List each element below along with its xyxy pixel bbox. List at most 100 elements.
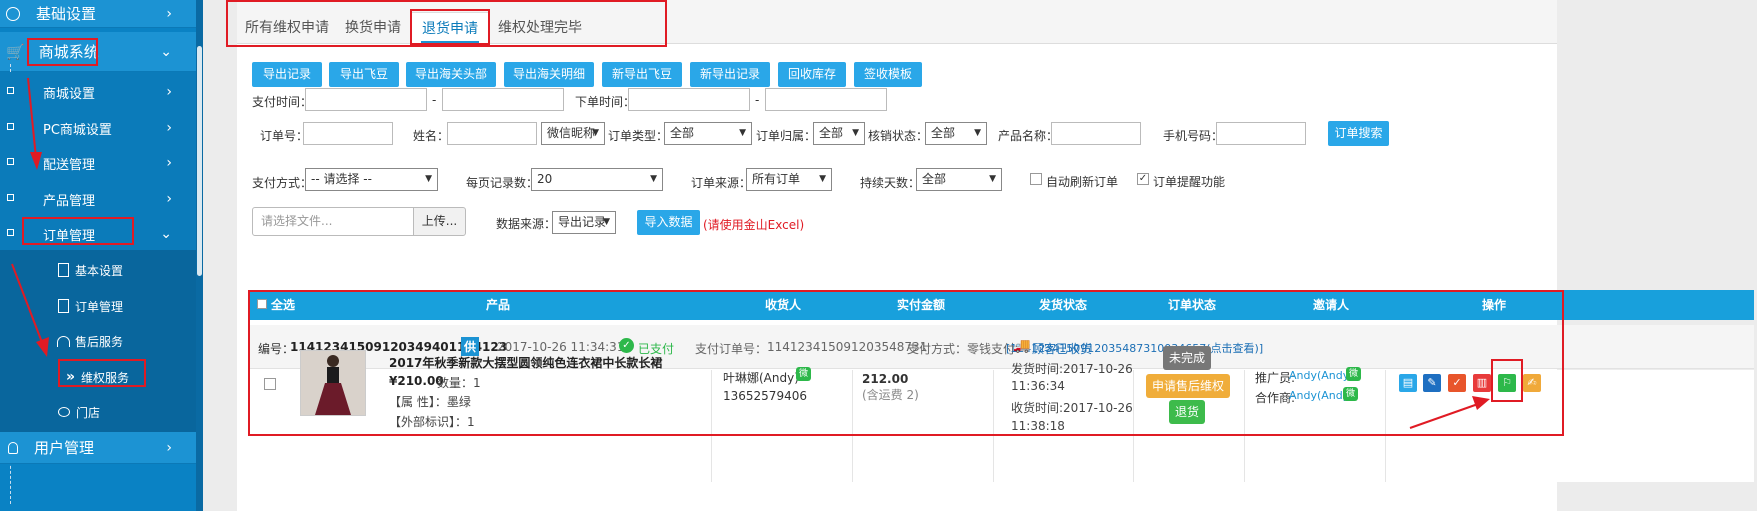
order-owner-select[interactable]: 全部 ▼: [813, 122, 865, 145]
chevron-down-icon: ⌄: [160, 226, 172, 242]
pay-method-select[interactable]: -- 请选择 -- ▼: [305, 168, 438, 191]
col-divider: [711, 370, 712, 482]
verify-status-select[interactable]: 全部 ▼: [925, 122, 987, 145]
return-button[interactable]: 退货: [1169, 400, 1206, 424]
sidebar-leaf-basic-settings[interactable]: 基本设置: [0, 250, 196, 290]
export-customs-detail-button[interactable]: 导出海关明细: [504, 62, 594, 87]
promoter-name[interactable]: Andy(Andy): [1289, 369, 1354, 382]
sidebar-item-label: 产品管理: [43, 193, 96, 209]
paid-check-icon: ✓: [619, 338, 634, 353]
product-name-label: 产品名称：: [998, 129, 1059, 143]
table-header: 全选 产品 收货人 实付金额 发货状态 订单状态 邀请人 操作: [248, 290, 1754, 320]
chevron-right-icon: ›: [166, 155, 172, 171]
sidebar-leaf-store[interactable]: 门店: [0, 392, 196, 432]
user-refund-icon[interactable]: ⚐: [1498, 374, 1516, 392]
caret-down-icon: ▼: [819, 174, 826, 184]
export-record-button[interactable]: 导出记录: [252, 62, 322, 87]
sidebar-top-mall[interactable]: 🛒 商城系统 ⌄: [0, 32, 196, 72]
caret-down-icon: ▼: [974, 128, 981, 138]
tab-exchange[interactable]: 换货申请: [337, 12, 409, 44]
tab-rights-done[interactable]: 维权处理完毕: [492, 12, 588, 44]
col-actions: 操作: [1481, 298, 1506, 312]
sidebar-leaf-after-sale[interactable]: 售后服务: [0, 321, 196, 361]
sidebar-item-label: PC商城设置: [43, 122, 112, 138]
import-data-button[interactable]: 导入数据: [637, 210, 700, 235]
order-type-select[interactable]: 全部 ▼: [664, 122, 752, 145]
tab-all-rights[interactable]: 所有维权申请: [237, 12, 337, 44]
phone-input[interactable]: [1216, 122, 1306, 145]
col-divider: [1244, 370, 1245, 482]
import-hint-text: (请使用金山Excel): [703, 218, 805, 232]
col-divider: [852, 370, 853, 482]
chevron-right-icon: ›: [166, 191, 172, 207]
name-input[interactable]: [447, 122, 537, 145]
select-value: 全部: [922, 172, 947, 186]
duration-select[interactable]: 全部 ▼: [916, 168, 1002, 191]
sidebar-item-orders[interactable]: 订单管理 ⌄: [0, 214, 196, 254]
pay-time-end-input[interactable]: [442, 88, 564, 111]
double-chevron-icon: »: [66, 369, 76, 385]
globe-icon: [6, 6, 20, 21]
sidebar-item-pc-settings[interactable]: PC商城设置 ›: [0, 108, 196, 148]
edit-icon[interactable]: ✎: [1423, 374, 1441, 392]
consignee-name: 叶琳娜(Andy): [723, 371, 799, 385]
order-time-start-input[interactable]: [628, 88, 750, 111]
pay-method-label: 支付方式：: [252, 176, 313, 190]
file-path-input[interactable]: 请选择文件...: [252, 207, 414, 236]
order-search-button[interactable]: 订单搜索: [1328, 121, 1389, 146]
order-source-label: 订单来源：: [691, 176, 752, 190]
sidebar-item-mall-settings[interactable]: 商城设置 ›: [0, 72, 196, 112]
order-source-select[interactable]: 所有订单 ▼: [746, 168, 832, 191]
pay-time-start-input[interactable]: [305, 88, 427, 111]
col-inviter: 邀请人: [1312, 298, 1349, 312]
product-title[interactable]: 2017年秋季新款大摆型圆领纯色连衣裙中长款长裙: [389, 354, 662, 371]
export-customs-head-button[interactable]: 导出海关头部: [406, 62, 496, 87]
clipboard-icon: [58, 263, 69, 277]
sidebar-leaf-order-mgmt[interactable]: 订单管理: [0, 286, 196, 326]
tree-node: [7, 158, 14, 165]
apply-after-sale-button[interactable]: 申请售后维权: [1146, 374, 1231, 398]
select-all-checkbox[interactable]: [257, 299, 267, 309]
delete-icon[interactable]: ▥: [1473, 374, 1491, 392]
confirm-check-icon[interactable]: ✓: [1448, 374, 1466, 392]
auto-refresh-checkbox[interactable]: [1030, 173, 1042, 185]
sign-template-button[interactable]: 签收模板: [854, 62, 922, 87]
sidebar-item-products[interactable]: 产品管理 ›: [0, 179, 196, 219]
recycle-stock-button[interactable]: 回收库存: [778, 62, 846, 87]
tab-return[interactable]: 退货申请: [410, 12, 490, 44]
select-value: 微信昵称: [547, 126, 596, 140]
export-feidou-button[interactable]: 导出飞豆: [329, 62, 399, 87]
product-thumbnail[interactable]: [300, 350, 366, 416]
paid-amount: 212.00: [862, 372, 909, 386]
name-label: 姓名：: [413, 129, 450, 143]
chevron-down-icon: ⌄: [160, 43, 172, 60]
new-export-feidou-button[interactable]: 新导出飞豆: [602, 62, 682, 87]
caret-down-icon: ▼: [852, 128, 859, 138]
select-value: -- 请选择 --: [311, 172, 372, 186]
sidebar-item-shipping[interactable]: 配送管理 ›: [0, 143, 196, 183]
order-no-input[interactable]: [303, 122, 393, 145]
sidebar-top-label: 用户管理: [34, 439, 95, 457]
sidebar-top-users[interactable]: 用户管理 ›: [0, 432, 196, 464]
signature-icon[interactable]: ✍: [1523, 374, 1541, 392]
sidebar-top-basic[interactable]: 基础设置 ›: [0, 0, 196, 28]
view-detail-icon[interactable]: ▤: [1399, 374, 1417, 392]
sidebar-leaf-label: 维权服务: [81, 370, 130, 385]
sidebar-leaf-rights[interactable]: » 维权服务: [0, 357, 196, 397]
product-quantity: 数量：1: [437, 376, 481, 390]
wechat-nick-select[interactable]: 微信昵称 ▼: [541, 122, 605, 145]
order-time-end-input[interactable]: [765, 88, 887, 111]
receive-time-clock: 11:38:18: [1011, 419, 1065, 433]
product-external-id: 【外部标识】：1: [389, 415, 475, 429]
sidebar-scroll-thumb[interactable]: [197, 46, 202, 276]
data-source-select[interactable]: 导出记录 ▼: [552, 211, 616, 234]
order-row-checkbox[interactable]: [264, 378, 276, 390]
product-name-input[interactable]: [1051, 122, 1141, 145]
page-size-select[interactable]: 20 ▼: [531, 168, 663, 191]
new-export-record-button[interactable]: 新导出记录: [690, 62, 770, 87]
shipping-fee: (含运费 2): [862, 388, 919, 402]
order-type-label: 订单类型：: [608, 129, 669, 143]
pay-order-number: 114123415091203548731: [767, 340, 928, 354]
order-remind-checkbox[interactable]: ✓: [1137, 173, 1149, 185]
upload-button[interactable]: 上传...: [413, 207, 466, 236]
